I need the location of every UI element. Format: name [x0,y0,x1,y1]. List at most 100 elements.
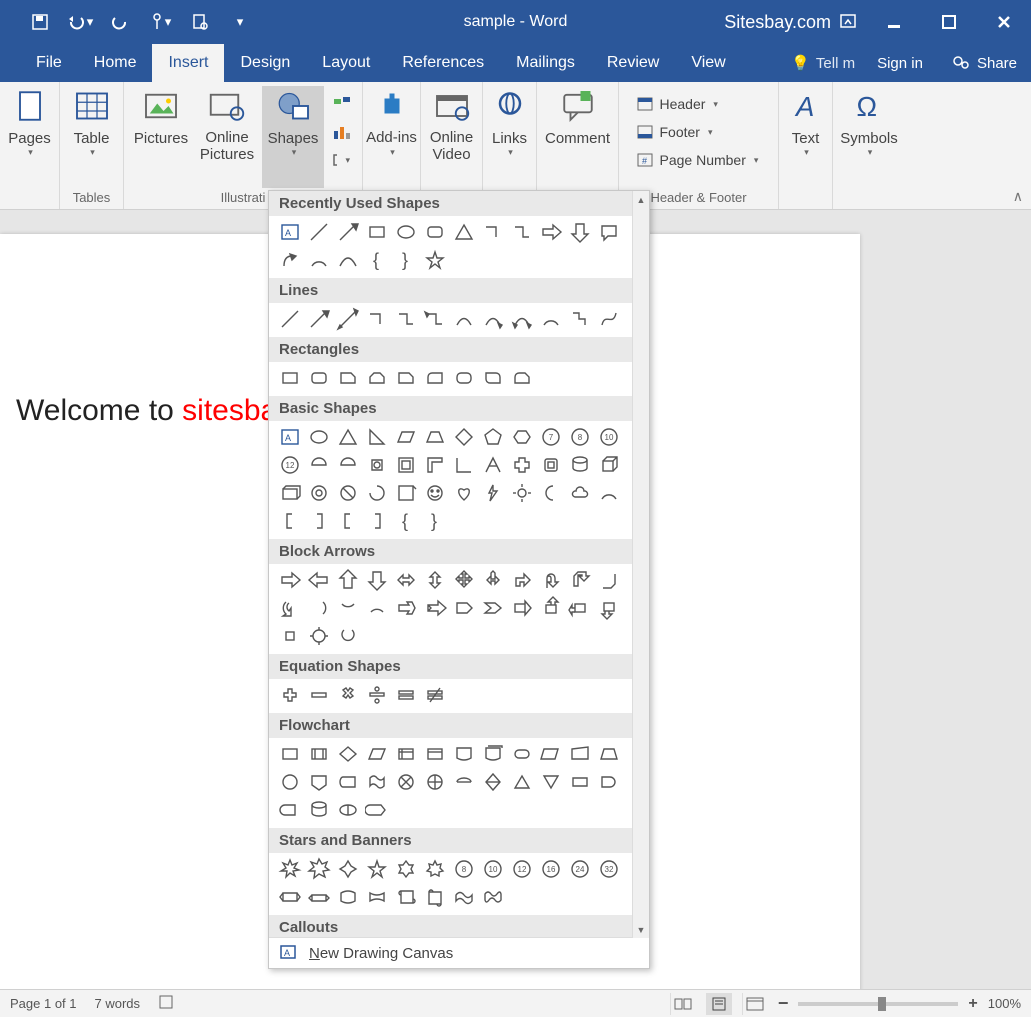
shape-snip-round[interactable] [507,364,536,392]
shape-alt-process[interactable] [304,740,333,768]
pages-button[interactable]: Pages▾ [0,86,61,188]
table-button[interactable]: Table▾ [61,86,123,188]
shape-32pt-star[interactable]: 32 [594,855,623,883]
shape-equals[interactable] [391,681,420,709]
shape-oval2[interactable] [304,423,333,451]
shape-connector[interactable] [507,218,536,246]
shape-u-callout[interactable] [594,594,623,622]
web-layout-icon[interactable] [742,993,768,1015]
tab-file[interactable]: File [20,44,78,82]
shape-arrow-line[interactable] [333,218,362,246]
shape-notched-r[interactable] [420,594,449,622]
shape-double-bracket[interactable] [275,507,304,535]
shape-offpage[interactable] [304,768,333,796]
shape-u-arrow[interactable] [333,566,362,594]
shape-quad-arrow[interactable] [449,566,478,594]
shape-curved-u[interactable] [333,594,362,622]
shape-plaque[interactable] [536,451,565,479]
shape-d-arrow[interactable] [362,566,391,594]
shape-curved-up-ribbon[interactable] [333,883,362,911]
shape-octagon[interactable]: 8 [565,423,594,451]
qat-customize-icon[interactable]: ▾ [220,0,260,44]
shape-pie[interactable] [304,451,333,479]
shape-data[interactable] [362,740,391,768]
shape-donut[interactable] [304,479,333,507]
status-words[interactable]: 7 words [95,996,141,1011]
shape-curved-d[interactable] [362,594,391,622]
tab-mailings[interactable]: Mailings [500,44,591,82]
footer-button[interactable]: Footer▾ [630,120,774,144]
shape-12pt-star[interactable]: 12 [507,855,536,883]
shape-parallelogram[interactable] [391,423,420,451]
scroll-up-icon[interactable]: ▲ [633,191,649,208]
shape-down-ribbon[interactable] [304,883,333,911]
shape-curve[interactable] [333,246,362,274]
shape-cloud[interactable] [565,479,594,507]
shape-curved-l[interactable] [304,594,333,622]
shape-merge[interactable] [536,768,565,796]
shape-arc2[interactable] [536,305,565,333]
shape-elbow-double[interactable] [420,305,449,333]
shape-chevron[interactable] [478,594,507,622]
shape-5pt-star[interactable] [362,855,391,883]
shape-hexagon[interactable] [507,423,536,451]
shape-document[interactable] [449,740,478,768]
tell-me[interactable]: 💡Tell m [783,54,863,72]
shape-curve-arrow[interactable] [478,305,507,333]
shape-chord[interactable] [333,451,362,479]
shape-frame[interactable] [391,451,420,479]
save-icon[interactable] [20,0,60,44]
shape-summing[interactable] [391,768,420,796]
shape-teardrop[interactable] [362,451,391,479]
shape-moon[interactable] [536,479,565,507]
shape-vert-scroll[interactable] [391,883,420,911]
minimize-button[interactable] [866,0,921,44]
ribbon-options-icon[interactable] [840,14,856,31]
zoom-level[interactable]: 100% [988,996,1021,1011]
header-button[interactable]: Header▾ [630,92,774,116]
shape-triangle[interactable] [449,218,478,246]
shape-trapezoid[interactable] [420,423,449,451]
tab-review[interactable]: Review [591,44,675,82]
shape-pentagon-arrow[interactable] [449,594,478,622]
shape-collate[interactable] [449,768,478,796]
shape-curved-r[interactable] [275,594,304,622]
shape-connector[interactable] [275,768,304,796]
shape-display[interactable] [362,796,391,824]
shape-not-equal[interactable] [420,681,449,709]
shape-pentagon[interactable] [478,423,507,451]
shape-explosion2[interactable] [304,855,333,883]
shape-right-brace[interactable]: } [391,246,420,274]
shape-up-ribbon[interactable] [275,883,304,911]
scroll-down-icon[interactable]: ▼ [633,921,649,938]
shape-24pt-star[interactable]: 24 [565,855,594,883]
zoom-out-icon[interactable]: − [778,993,789,1014]
links-button[interactable]: Links▾ [479,86,541,188]
shape-snip2-diag[interactable] [391,364,420,392]
shape-heptagon[interactable]: 7 [536,423,565,451]
shape-cube[interactable] [594,451,623,479]
status-page[interactable]: Page 1 of 1 [10,996,77,1011]
shapes-button[interactable]: Shapes▾ [262,86,324,188]
shape-double-arrow[interactable] [333,305,362,333]
shape-textbox[interactable]: A [275,218,304,246]
shape-heart[interactable] [449,479,478,507]
shape-delay[interactable] [594,768,623,796]
smartart-button[interactable] [326,92,356,116]
shape-snip1[interactable] [333,364,362,392]
tab-layout[interactable]: Layout [306,44,386,82]
shape-arc3[interactable] [594,479,623,507]
tab-view[interactable]: View [675,44,741,82]
shape-seq-access[interactable] [275,796,304,824]
shape-lr-arrow[interactable] [391,566,420,594]
shape-10pt-star[interactable]: 10 [478,855,507,883]
shape-cross[interactable] [507,451,536,479]
shape-curved-arrow[interactable] [275,246,304,274]
shape-plus[interactable] [275,681,304,709]
shape-rect[interactable] [275,364,304,392]
shape-bent-up[interactable] [594,566,623,594]
shape-double-wave[interactable] [478,883,507,911]
shape-double-brace[interactable] [304,507,333,535]
maximize-button[interactable] [921,0,976,44]
tab-insert[interactable]: Insert [152,44,224,82]
